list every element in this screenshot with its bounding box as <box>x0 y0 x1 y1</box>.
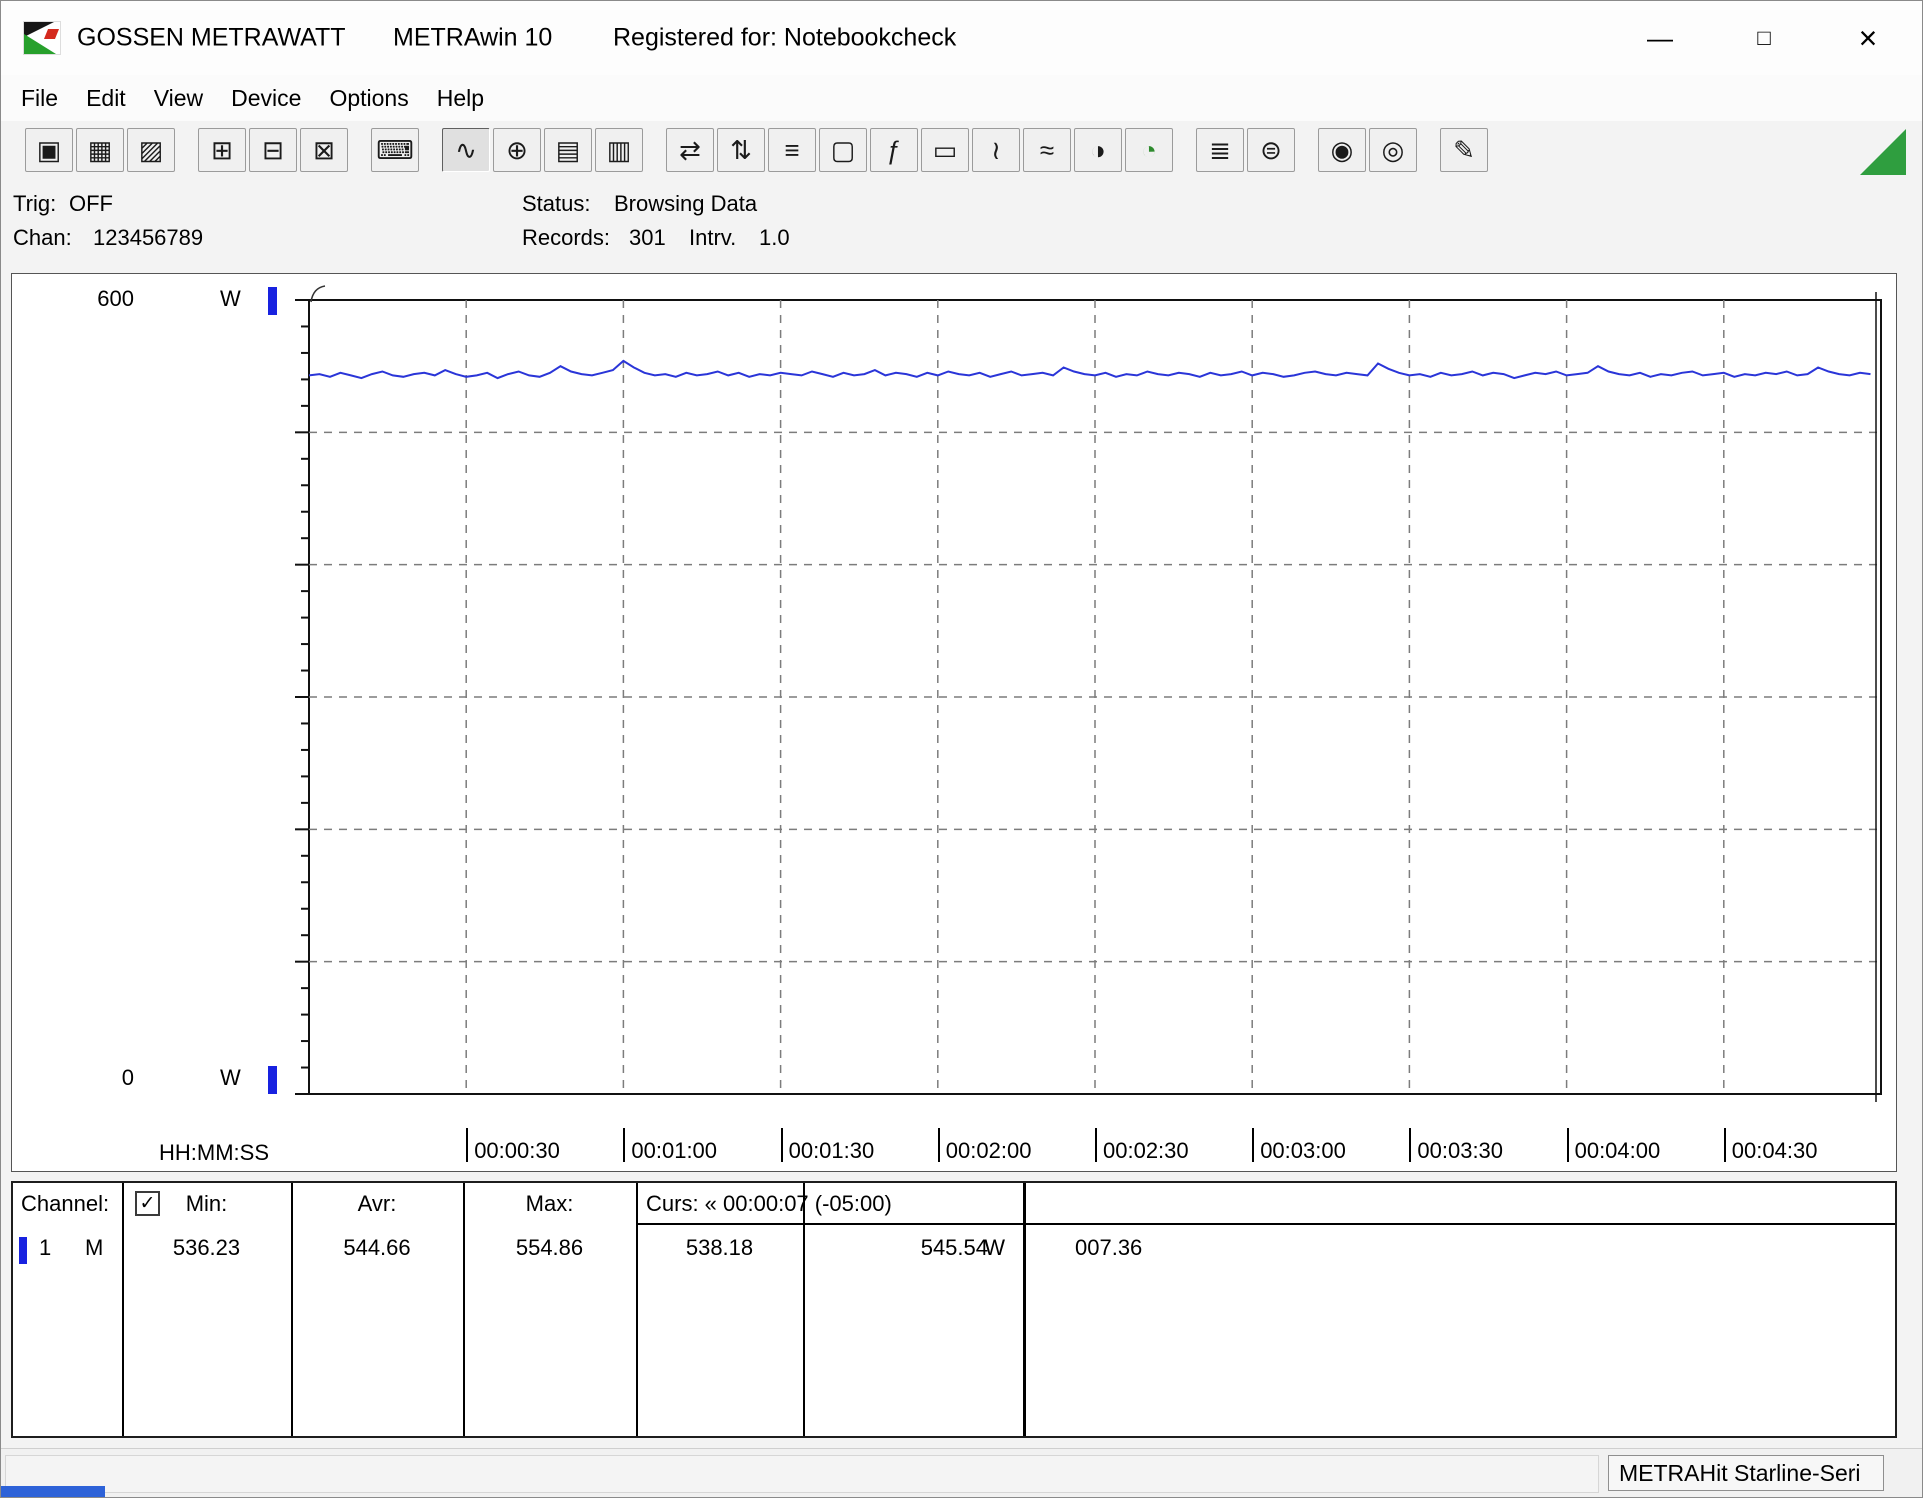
toolbar: ▣ ▦ ▨ ⊞ ⊟ ⊠ ⌨ ∿ ⊕ ▤ ▥ ⇄ ⇅ ≡ ▢ ƒ ▭ ≀ ≈ ◑ … <box>1 121 1922 179</box>
avr-value: 544.66 <box>291 1235 463 1261</box>
status-value: Browsing Data <box>614 191 757 217</box>
virtual-keyboard-button[interactable]: ⌨ <box>371 128 419 172</box>
minimize-button[interactable]: — <box>1626 1 1694 75</box>
channel-mode: M <box>85 1235 103 1261</box>
save-all-button[interactable]: ▦ <box>76 128 124 172</box>
metrawin-window: GOSSEN METRAWATT METRAwin 10 Registered … <box>0 0 1923 1498</box>
y-axis-unit-bottom: W <box>220 1065 241 1091</box>
desktop-peek <box>1 1486 105 1497</box>
open-file-button[interactable]: ▨ <box>127 128 175 172</box>
y-cursor-marker-top[interactable] <box>268 287 277 315</box>
device-status-box: METRAHit Starline-Seri <box>1608 1455 1884 1491</box>
records-list-button[interactable]: ≡ <box>768 128 816 172</box>
brand-title: GOSSEN METRAWATT <box>77 24 346 53</box>
max-value: 554.86 <box>463 1235 636 1261</box>
channel-row-marker <box>19 1237 27 1264</box>
print-setup-button[interactable]: ⊜ <box>1247 128 1295 172</box>
records-label: Records: <box>522 225 610 251</box>
save-button[interactable]: ▣ <box>25 128 73 172</box>
interval-value: 1.0 <box>759 225 790 251</box>
online-display-button[interactable]: ▢ <box>819 128 867 172</box>
min-column-header: Min: <box>122 1191 291 1217</box>
interval-label: Intrv. <box>689 225 736 251</box>
trig-label: Trig: <box>13 191 56 217</box>
x-tick-label: 00:01:30 <box>781 1128 875 1162</box>
min-value: 536.23 <box>122 1235 291 1261</box>
export-clipboard-button[interactable]: ⊠ <box>300 128 348 172</box>
curs-header-divider <box>636 1223 1895 1225</box>
curve-compare-button[interactable]: ≀ <box>972 128 1020 172</box>
menu-options[interactable]: Options <box>315 85 422 112</box>
menu-edit[interactable]: Edit <box>72 85 140 112</box>
interval-timer-button[interactable]: ◔ <box>1125 128 1173 172</box>
y-axis-unit-top: W <box>220 286 241 312</box>
maximize-button[interactable]: □ <box>1730 1 1798 75</box>
chart-panel: 600 W 0 W HH:MM:SS 00:00:30 00:01:00 00:… <box>11 273 1897 1172</box>
menu-bar: File Edit View Device Options Help <box>1 75 1922 121</box>
title-bar: GOSSEN METRAWATT METRAwin 10 Registered … <box>1 1 1922 75</box>
trig-value: OFF <box>69 191 113 217</box>
cursor-delta-value: 007.36 <box>1075 1235 1142 1261</box>
x-tick-label: 00:02:30 <box>1095 1128 1189 1162</box>
analog-meter-button[interactable]: ◑ <box>1074 128 1122 172</box>
menu-view[interactable]: View <box>140 85 217 112</box>
read-device-button[interactable]: ⇄ <box>666 128 714 172</box>
crosshair-cursor-button[interactable]: ⊕ <box>493 128 541 172</box>
x-tick-label: 00:04:30 <box>1724 1128 1818 1162</box>
status-bar: METRAHit Starline-Seri <box>1 1448 1922 1498</box>
cursor1-value: 538.18 <box>636 1235 803 1261</box>
line-chart-view-button[interactable]: ∿ <box>442 128 490 172</box>
cursor2-unit: W <box>984 1235 1005 1261</box>
app-title: METRAwin 10 <box>393 24 552 53</box>
bar-graph-view-button[interactable]: ▥ <box>595 128 643 172</box>
export-printer-button[interactable]: ⊞ <box>198 128 246 172</box>
records-value: 301 <box>629 225 666 251</box>
annotation-button[interactable]: ✎ <box>1440 128 1488 172</box>
max-column-header: Max: <box>463 1191 636 1217</box>
transfer-settings-button[interactable]: ⇅ <box>717 128 765 172</box>
chan-value: 123456789 <box>93 225 203 251</box>
resize-grip-icon[interactable] <box>1860 129 1906 175</box>
avr-column-header: Avr: <box>291 1191 463 1217</box>
x-tick-label: 00:02:00 <box>938 1128 1032 1162</box>
info-strip: Trig: OFF Chan: 123456789 Status: Browsi… <box>1 185 1922 269</box>
print-button[interactable]: ≣ <box>1196 128 1244 172</box>
status-label: Status: <box>522 191 590 217</box>
y-axis-max-label: 600 <box>72 286 134 312</box>
menu-help[interactable]: Help <box>423 85 498 112</box>
menu-file[interactable]: File <box>7 85 72 112</box>
y-axis-min-label: 0 <box>72 1065 134 1091</box>
zoom-out-button[interactable]: ◎ <box>1369 128 1417 172</box>
device-memory-button[interactable]: ▭ <box>921 128 969 172</box>
formula-button[interactable]: ƒ <box>870 128 918 172</box>
cursor2-value: 545.54 <box>803 1235 988 1261</box>
channel-number: 1 <box>39 1235 51 1261</box>
status-message-area <box>5 1455 1599 1493</box>
cursor-header: Curs: « 00:00:07 (-05:00) <box>646 1191 892 1217</box>
channel-column-header: Channel: <box>21 1191 109 1217</box>
chan-label: Chan: <box>13 225 72 251</box>
menu-device[interactable]: Device <box>217 85 315 112</box>
x-tick-label: 00:01:00 <box>623 1128 717 1162</box>
device-name: METRAHit Starline-Seri <box>1619 1460 1861 1487</box>
envelope-curve-button[interactable]: ≈ <box>1023 128 1071 172</box>
y-cursor-marker-bottom[interactable] <box>268 1066 277 1094</box>
registered-label: Registered for: Notebookcheck <box>613 24 956 53</box>
export-file-button[interactable]: ⊟ <box>249 128 297 172</box>
app-logo-icon <box>23 21 61 55</box>
zoom-in-button[interactable]: ◉ <box>1318 128 1366 172</box>
x-axis-title: HH:MM:SS <box>159 1140 269 1166</box>
x-tick-label: 00:03:00 <box>1252 1128 1346 1162</box>
chart-plot[interactable] <box>289 298 1885 1098</box>
close-button[interactable]: × <box>1834 1 1902 75</box>
x-tick-label: 00:03:30 <box>1409 1128 1503 1162</box>
channel-table: Channel: ✓ Min: Avr: Max: Curs: « 00:00:… <box>11 1181 1897 1438</box>
x-tick-label: 00:00:30 <box>466 1128 560 1162</box>
table-view-button[interactable]: ▤ <box>544 128 592 172</box>
x-tick-label: 00:04:00 <box>1567 1128 1661 1162</box>
